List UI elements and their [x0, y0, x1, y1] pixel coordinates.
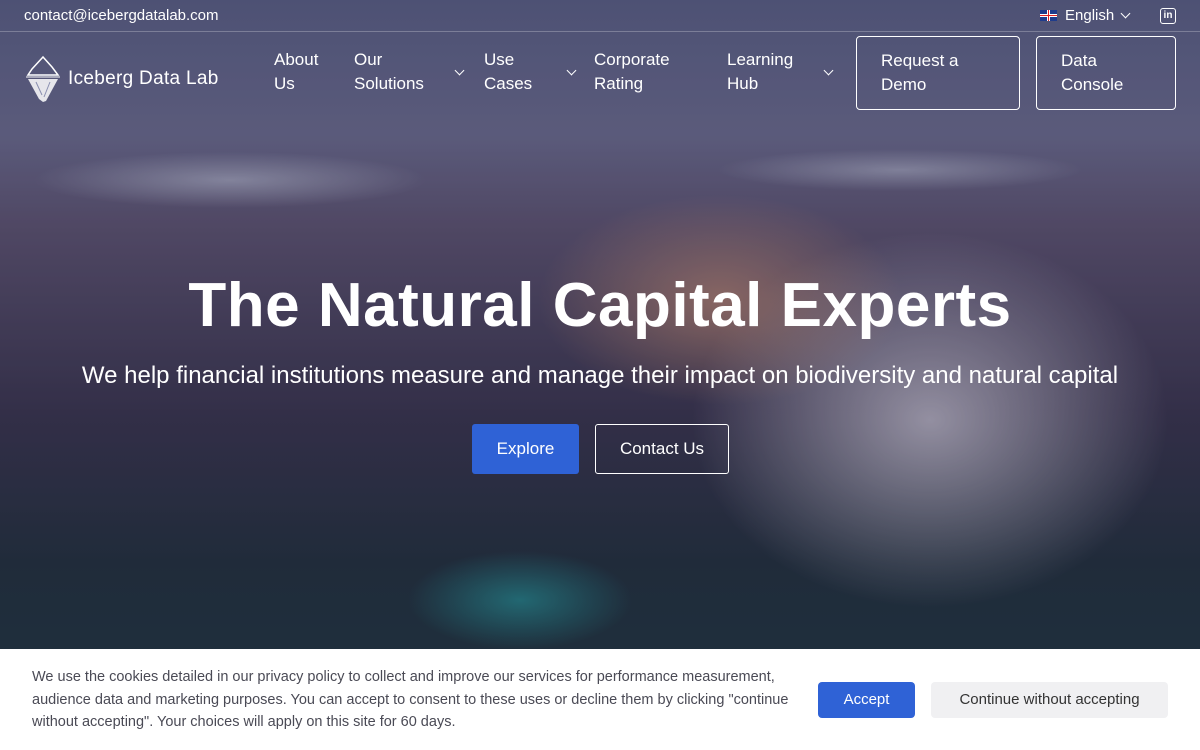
nav-learning-hub[interactable]: Learning Hub: [727, 48, 834, 96]
nav-label: Use Cases: [484, 50, 533, 93]
nav-label: Learning Hub: [727, 50, 794, 93]
request-demo-button[interactable]: Request a Demo: [856, 36, 1020, 110]
brand-logo[interactable]: Iceberg Data Lab: [24, 55, 219, 103]
hero-subtitle: We help financial institutions measure a…: [81, 362, 1119, 389]
chevron-down-icon: [823, 65, 834, 75]
data-console-button[interactable]: Data Console: [1036, 36, 1176, 110]
nav-label: Corporate Rating: [594, 50, 670, 93]
nav-about-us[interactable]: About Us: [274, 48, 334, 96]
top-bar: contact@icebergdatalab.com English in: [0, 0, 1200, 32]
chevron-down-icon: [454, 65, 465, 75]
uk-flag-icon: [1040, 10, 1057, 21]
cookie-banner: We use the cookies detailed in our priva…: [0, 649, 1200, 750]
brand-name: Iceberg Data Lab: [68, 68, 219, 89]
language-selector[interactable]: English: [1040, 7, 1131, 24]
language-label: English: [1065, 7, 1115, 24]
linkedin-icon[interactable]: in: [1160, 8, 1176, 24]
nav-corporate-rating[interactable]: Corporate Rating: [594, 48, 694, 96]
contact-us-button[interactable]: Contact Us: [595, 424, 729, 474]
chevron-down-icon: [566, 65, 577, 75]
nav-label: About Us: [274, 50, 319, 93]
hero-title: The Natural Capital Experts: [188, 271, 1012, 340]
nav-label: Our Solutions: [354, 50, 424, 93]
contact-email-link[interactable]: contact@icebergdatalab.com: [24, 7, 219, 24]
accept-cookies-button[interactable]: Accept: [818, 682, 915, 718]
explore-button[interactable]: Explore: [472, 424, 579, 474]
cookie-text: We use the cookies detailed in our priva…: [32, 669, 789, 730]
chevron-down-icon: [1120, 8, 1131, 19]
nav-use-cases[interactable]: Use Cases: [484, 48, 577, 96]
iceberg-logo-icon: [26, 55, 60, 102]
nav-our-solutions[interactable]: Our Solutions: [354, 48, 465, 96]
continue-without-accepting-button[interactable]: Continue without accepting: [931, 682, 1168, 718]
